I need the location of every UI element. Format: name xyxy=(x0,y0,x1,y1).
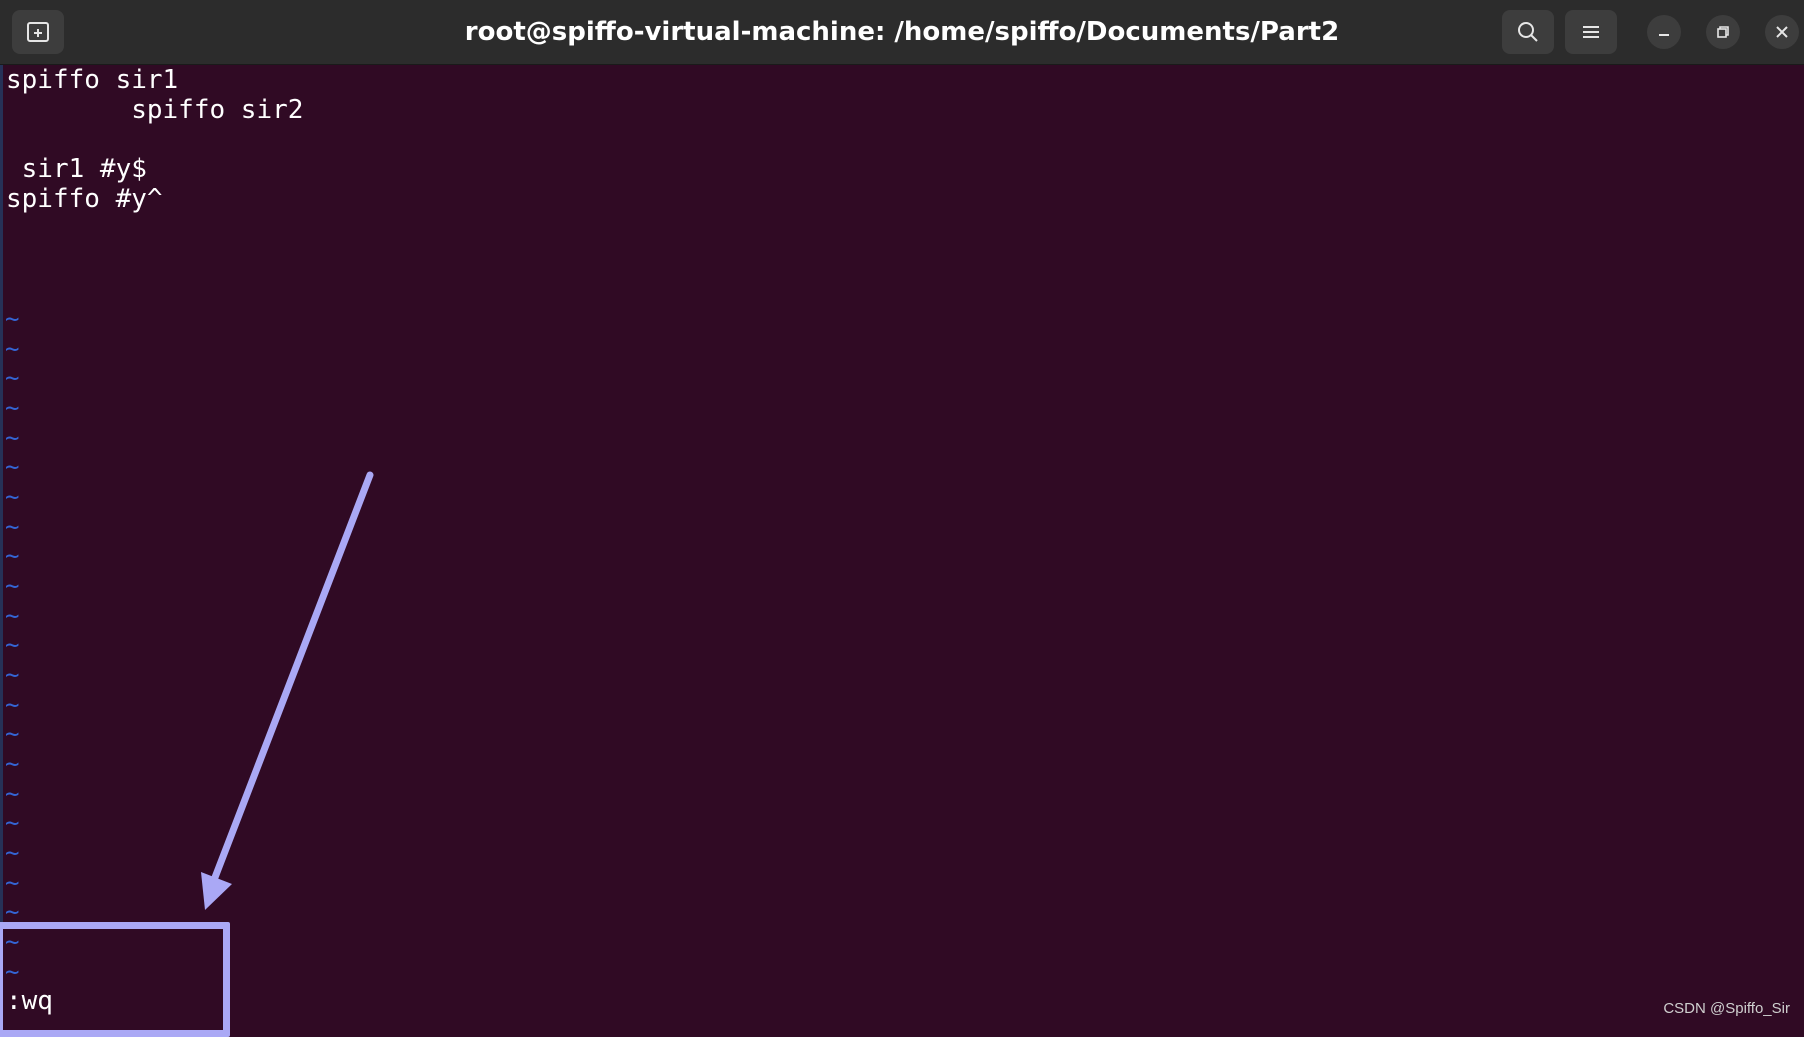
empty-line-marker: ~ xyxy=(5,304,19,334)
empty-line-marker: ~ xyxy=(5,423,19,453)
restore-button[interactable] xyxy=(1706,15,1740,49)
empty-line-marker: ~ xyxy=(5,601,19,631)
editor-line: sir1 #y$ xyxy=(6,154,147,184)
minimize-icon xyxy=(1656,24,1672,40)
menu-button[interactable] xyxy=(1565,10,1617,54)
search-icon xyxy=(1516,20,1540,44)
empty-line-marker: ~ xyxy=(5,838,19,868)
empty-line-marker: ~ xyxy=(5,660,19,690)
empty-line-marker: ~ xyxy=(5,541,19,571)
empty-line-marker: ~ xyxy=(5,452,19,482)
empty-line-marker: ~ xyxy=(5,512,19,542)
hamburger-menu-icon xyxy=(1580,22,1602,42)
watermark: CSDN @Spiffo_Sir xyxy=(1663,1000,1790,1017)
empty-line-marker: ~ xyxy=(5,749,19,779)
editor-line: spiffo sir1 xyxy=(6,65,178,95)
editor-line: spiffo #y^ xyxy=(6,184,163,214)
terminal-area[interactable] xyxy=(0,65,1804,1027)
empty-line-marker: ~ xyxy=(5,571,19,601)
annotation-highlight-box xyxy=(0,922,230,1037)
close-button[interactable] xyxy=(1765,15,1799,49)
empty-line-marker: ~ xyxy=(5,334,19,364)
restore-icon xyxy=(1715,24,1731,40)
search-button[interactable] xyxy=(1502,10,1554,54)
empty-line-marker: ~ xyxy=(5,630,19,660)
editor-line: spiffo sir2 xyxy=(6,95,303,125)
empty-line-marker: ~ xyxy=(5,719,19,749)
close-icon xyxy=(1774,24,1790,40)
empty-line-marker: ~ xyxy=(5,808,19,838)
title-bar: root@spiffo-virtual-machine: /home/spiff… xyxy=(0,0,1804,65)
empty-line-marker: ~ xyxy=(5,482,19,512)
empty-line-marker: ~ xyxy=(5,363,19,393)
empty-line-marker: ~ xyxy=(5,690,19,720)
empty-line-marker: ~ xyxy=(5,393,19,423)
empty-line-marker: ~ xyxy=(5,868,19,898)
new-tab-icon xyxy=(26,21,50,43)
new-tab-button[interactable] xyxy=(12,10,64,54)
minimize-button[interactable] xyxy=(1647,15,1681,49)
empty-line-marker: ~ xyxy=(5,779,19,809)
terminal-left-edge xyxy=(0,65,3,1027)
